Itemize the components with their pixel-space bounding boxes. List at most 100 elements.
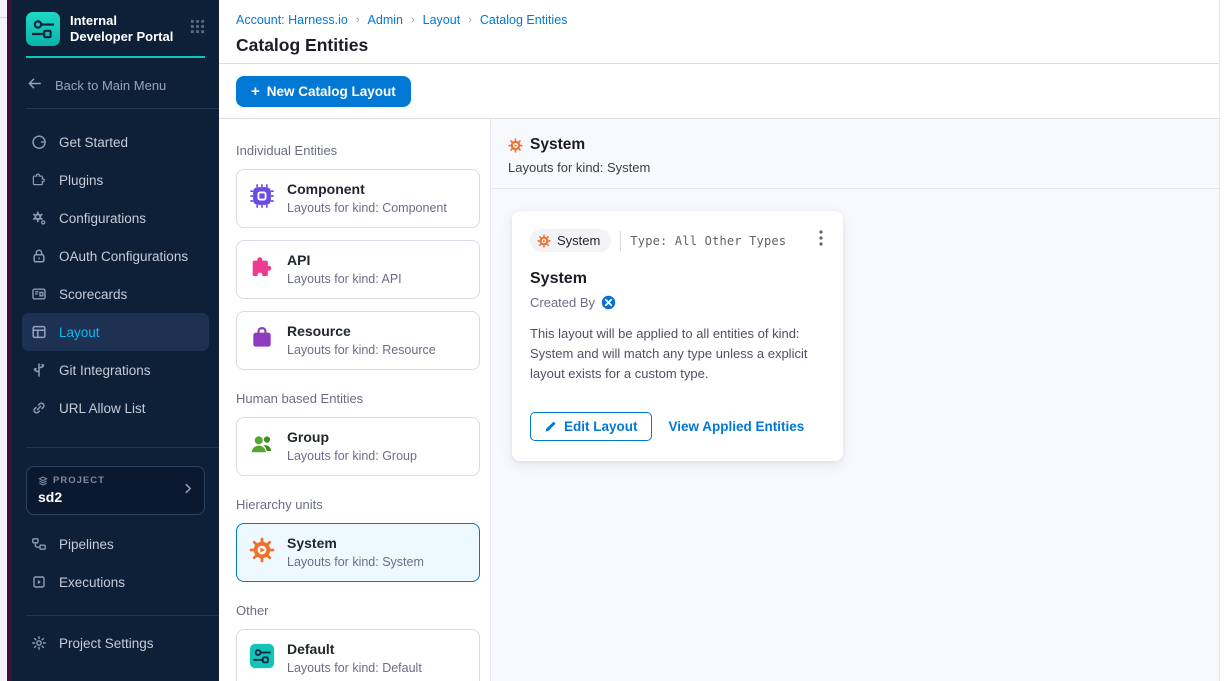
back-to-main-menu[interactable]: Back to Main Menu xyxy=(12,58,219,108)
section-title: Other xyxy=(236,603,480,618)
api-puzzle-icon xyxy=(249,254,275,280)
nav-label: Layout xyxy=(59,325,100,340)
harness-creator-icon xyxy=(601,295,616,310)
project-name: sd2 xyxy=(38,489,193,505)
content: Individual Entities Component Layouts fo… xyxy=(219,119,1219,681)
system-gear-icon xyxy=(249,537,275,563)
sidebar-item-project-settings[interactable]: Project Settings xyxy=(22,624,209,662)
idp-logo-icon xyxy=(26,12,60,46)
section-title: Human based Entities xyxy=(236,391,480,406)
section-individual-entities: Individual Entities Component Layouts fo… xyxy=(236,143,480,370)
entity-card-text: System Layouts for kind: System xyxy=(287,535,424,569)
pencil-icon xyxy=(544,420,557,433)
sidebar-item-get-started[interactable]: Get Started xyxy=(22,123,209,161)
nav-label: Git Integrations xyxy=(59,363,151,378)
nav-label: Configurations xyxy=(59,211,146,226)
kind-badge: System xyxy=(530,229,611,252)
project-selector[interactable]: PROJECT sd2 xyxy=(26,466,205,515)
created-by-label: Created By xyxy=(530,295,595,310)
nav-label: Plugins xyxy=(59,173,103,188)
system-gear-icon xyxy=(537,234,551,248)
nav-label: OAuth Configurations xyxy=(59,249,188,264)
detail-header: System Layouts for kind: System xyxy=(491,119,1219,189)
entity-card-resource[interactable]: Resource Layouts for kind: Resource xyxy=(236,311,480,370)
scrollbar-gutter xyxy=(1219,0,1226,681)
entity-card-component[interactable]: Component Layouts for kind: Component xyxy=(236,169,480,228)
layout-card-header: System Type: All Other Types xyxy=(530,228,825,253)
entity-card-text: Default Layouts for kind: Default xyxy=(287,641,422,675)
project-icon xyxy=(38,476,48,486)
layout-card-system: System Type: All Other Types System Crea… xyxy=(512,211,843,461)
layout-card-actions: Edit Layout View Applied Entities xyxy=(530,412,825,441)
sidebar-nav: Get Started Plugins Configurations OAuth… xyxy=(12,109,219,427)
section-title: Hierarchy units xyxy=(236,497,480,512)
sidebar-item-oauth-configurations[interactable]: OAuth Configurations xyxy=(22,237,209,275)
default-idp-icon xyxy=(249,643,275,669)
new-catalog-layout-button[interactable]: + New Catalog Layout xyxy=(236,76,411,107)
project-label-row: PROJECT xyxy=(38,475,193,486)
sidebar-item-url-allow-list[interactable]: URL Allow List xyxy=(22,389,209,427)
layout-card-description: This layout will be applied to all entit… xyxy=(530,324,832,384)
breadcrumb-catalog-entities[interactable]: Catalog Entities xyxy=(480,13,568,27)
system-gear-icon xyxy=(508,138,523,153)
sidebar-item-layout[interactable]: Layout xyxy=(22,313,209,351)
group-people-icon xyxy=(249,431,275,457)
resource-bag-icon xyxy=(249,325,275,351)
view-applied-entities-link[interactable]: View Applied Entities xyxy=(669,419,805,434)
entity-card-system[interactable]: System Layouts for kind: System xyxy=(236,523,480,582)
product-title: Internal Developer Portal xyxy=(70,13,180,46)
breadcrumb-separator: › xyxy=(468,14,472,26)
app-window: Internal Developer Portal Back to Main M… xyxy=(0,0,1226,681)
entity-name: Component xyxy=(287,181,447,197)
entity-subtitle: Layouts for kind: Component xyxy=(287,201,447,215)
sidebar: Internal Developer Portal Back to Main M… xyxy=(12,0,219,681)
section-title: Individual Entities xyxy=(236,143,480,158)
project-label: PROJECT xyxy=(53,475,105,486)
sidebar-item-executions[interactable]: Executions xyxy=(22,563,209,601)
app-switcher-grid-icon[interactable] xyxy=(190,19,205,39)
sidebar-item-plugins[interactable]: Plugins xyxy=(22,161,209,199)
entity-subtitle: Layouts for kind: API xyxy=(287,272,402,286)
detail-heading: System xyxy=(530,136,585,154)
back-arrow-icon xyxy=(26,75,43,95)
entity-name: Group xyxy=(287,429,417,445)
layout-card-title: System xyxy=(530,270,825,288)
section-other: Other Default Layouts for kind: Default xyxy=(236,603,480,681)
sidebar-item-scorecards[interactable]: Scorecards xyxy=(22,275,209,313)
entity-card-default[interactable]: Default Layouts for kind: Default xyxy=(236,629,480,681)
entity-card-text: Component Layouts for kind: Component xyxy=(287,181,447,215)
sidebar-item-configurations[interactable]: Configurations xyxy=(22,199,209,237)
breadcrumb-layout[interactable]: Layout xyxy=(423,13,461,27)
entity-card-text: Group Layouts for kind: Group xyxy=(287,429,417,463)
entity-card-group[interactable]: Group Layouts for kind: Group xyxy=(236,417,480,476)
edit-layout-label: Edit Layout xyxy=(564,419,638,434)
entity-subtitle: Layouts for kind: Resource xyxy=(287,343,436,357)
nav-label: Pipelines xyxy=(59,537,114,552)
entity-card-api[interactable]: API Layouts for kind: API xyxy=(236,240,480,299)
kind-badge-label: System xyxy=(557,233,600,248)
edit-layout-button[interactable]: Edit Layout xyxy=(530,412,652,441)
component-chip-icon xyxy=(249,183,275,209)
breadcrumb-account[interactable]: Account: Harness.io xyxy=(236,13,348,27)
entity-card-text: API Layouts for kind: API xyxy=(287,252,402,286)
detail-subheading: Layouts for kind: System xyxy=(508,160,1199,175)
nav-label: Scorecards xyxy=(59,287,127,302)
breadcrumb-separator: › xyxy=(356,14,360,26)
entity-name: Default xyxy=(287,641,422,657)
logo-row: Internal Developer Portal xyxy=(12,0,219,54)
plus-icon: + xyxy=(251,84,260,99)
section-human-based-entities: Human based Entities Group Layouts for k… xyxy=(236,391,480,476)
entity-subtitle: Layouts for kind: System xyxy=(287,555,424,569)
kebab-menu-icon[interactable] xyxy=(817,228,825,253)
nav-label: URL Allow List xyxy=(59,401,146,416)
breadcrumb-admin[interactable]: Admin xyxy=(368,13,403,27)
sidebar-item-pipelines[interactable]: Pipelines xyxy=(22,525,209,563)
entity-card-text: Resource Layouts for kind: Resource xyxy=(287,323,436,357)
badge-divider xyxy=(620,231,621,251)
window-edge-left xyxy=(0,0,7,681)
entity-kind-list: Individual Entities Component Layouts fo… xyxy=(219,119,491,681)
entity-subtitle: Layouts for kind: Group xyxy=(287,449,417,463)
sidebar-item-git-integrations[interactable]: Git Integrations xyxy=(22,351,209,389)
section-hierarchy-units: Hierarchy units System Layouts for kind:… xyxy=(236,497,480,582)
detail-panel: System Layouts for kind: System System T… xyxy=(491,119,1219,681)
